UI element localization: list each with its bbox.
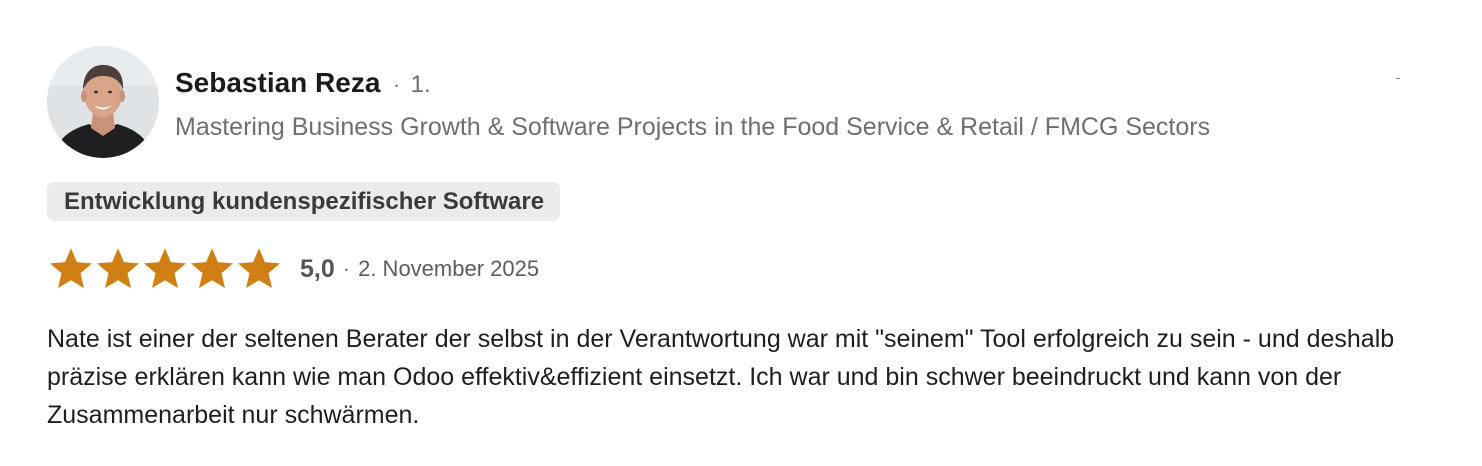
author-name[interactable]: Sebastian Reza xyxy=(175,67,380,98)
author-line: Sebastian Reza · 1. xyxy=(175,66,431,105)
author-separator: · xyxy=(392,72,401,97)
star-filled-icon xyxy=(47,245,95,293)
author-avatar[interactable] xyxy=(47,46,159,158)
service-tag: Entwicklung kundenspezifischer Software xyxy=(47,182,561,221)
star-filled-icon xyxy=(235,245,283,293)
author-headline: Mastering Business Growth & Software Pro… xyxy=(175,113,1211,141)
connection-degree: 1. xyxy=(410,71,431,98)
star-filled-icon xyxy=(188,245,236,293)
star-filled-icon xyxy=(141,245,189,293)
person-portrait-avatar xyxy=(47,46,159,158)
star-filled-icon xyxy=(94,245,142,293)
rating-separator: · xyxy=(342,256,351,281)
star-rating xyxy=(47,245,282,293)
review-text: Nate ist einer der seltenen Berater der … xyxy=(47,325,1395,429)
corner-dot xyxy=(1396,78,1400,79)
rating-value: 5,0 xyxy=(300,254,335,283)
rating-row: 5,0 · 2. November 2025 xyxy=(47,245,539,293)
review-date: 2. November 2025 xyxy=(358,256,540,281)
review-card: Sebastian Reza · 1. Mastering Business G… xyxy=(0,0,1482,466)
